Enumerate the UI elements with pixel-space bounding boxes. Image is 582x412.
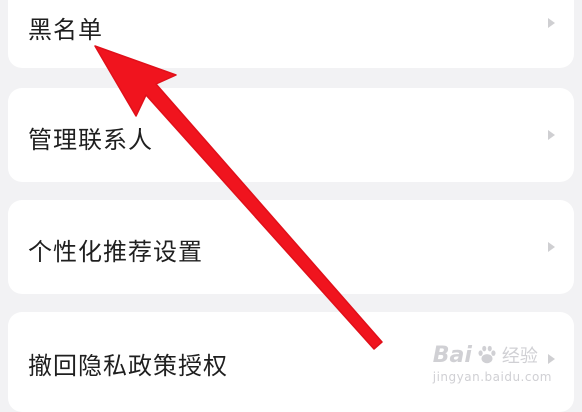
- chevron-right-icon: [548, 242, 555, 252]
- settings-item-label: 个性化推荐设置: [28, 238, 203, 266]
- settings-item-label: 撤回隐私政策授权: [28, 352, 228, 380]
- chevron-right-icon: [548, 354, 555, 364]
- settings-item-label: 黑名单: [28, 16, 103, 44]
- settings-item-blacklist[interactable]: 黑名单: [8, 0, 574, 68]
- settings-item-revoke-privacy-authorization[interactable]: 撤回隐私政策授权: [8, 312, 574, 412]
- settings-item-manage-contacts[interactable]: 管理联系人: [8, 88, 574, 182]
- chevron-right-icon: [548, 130, 555, 140]
- settings-item-personalized-recommendation[interactable]: 个性化推荐设置: [8, 200, 574, 294]
- chevron-right-icon: [548, 18, 555, 28]
- settings-item-label: 管理联系人: [28, 126, 153, 154]
